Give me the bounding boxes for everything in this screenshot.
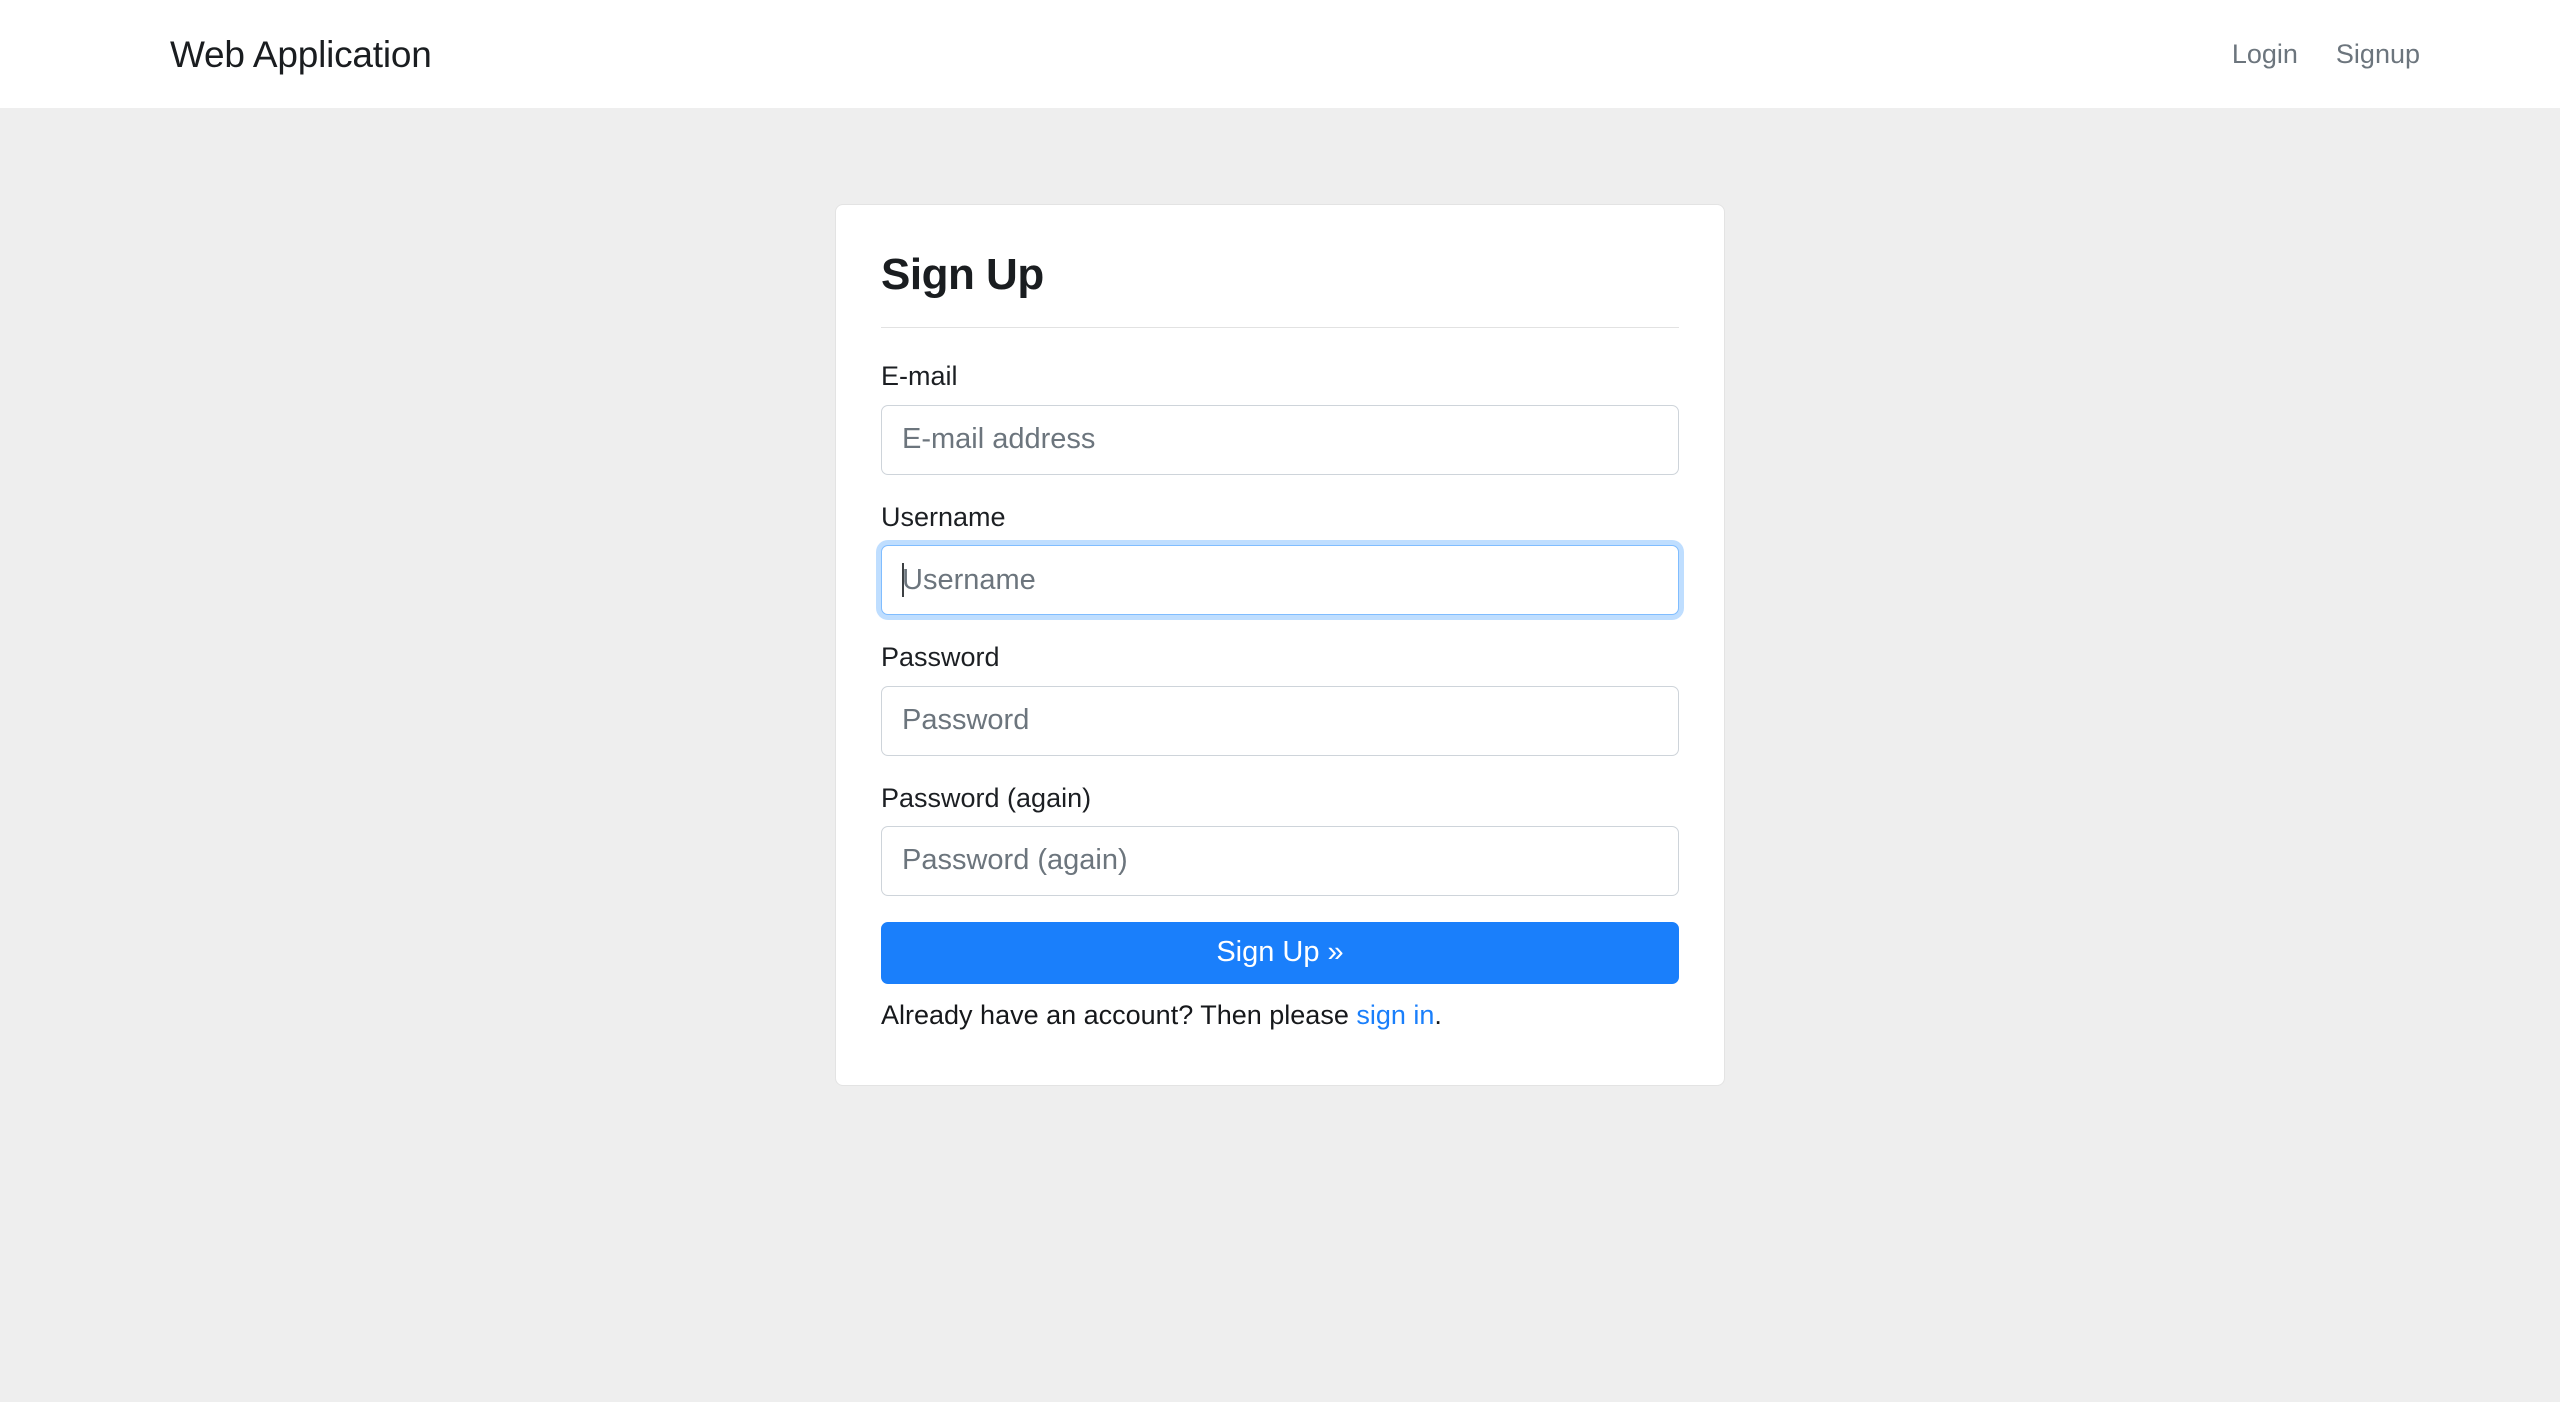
nav-link-signup[interactable]: Signup — [2336, 40, 2420, 68]
signup-form: E-mail Username Password — [881, 360, 1679, 1033]
password-label: Password — [881, 642, 1000, 673]
title-divider — [881, 327, 1679, 329]
password-input-wrap — [881, 685, 1679, 756]
signup-card: Sign Up E-mail Username Password — [835, 204, 1725, 1087]
form-group-email: E-mail — [881, 360, 1679, 475]
password-again-field[interactable] — [881, 825, 1679, 896]
top-navbar: Web Application Login Signup — [0, 0, 2560, 108]
username-input-wrap — [881, 545, 1679, 616]
email-label: E-mail — [881, 361, 958, 392]
username-field[interactable] — [881, 545, 1679, 616]
email-field[interactable] — [881, 404, 1679, 475]
password-again-input-wrap — [881, 825, 1679, 896]
nav-link-login[interactable]: Login — [2232, 40, 2298, 68]
form-group-password: Password — [881, 641, 1679, 756]
brand-logo[interactable]: Web Application — [170, 36, 432, 73]
password-again-label: Password (again) — [881, 782, 1092, 813]
nav-links: Login Signup — [2232, 40, 2420, 68]
page-title: Sign Up — [881, 250, 1044, 299]
signin-prompt-period: . — [1434, 999, 1442, 1030]
signup-submit-button[interactable]: Sign Up » — [881, 921, 1679, 984]
signin-prompt: Already have an account? Then please sig… — [881, 998, 1679, 1033]
signin-prompt-text: Already have an account? Then please — [881, 999, 1357, 1030]
password-field[interactable] — [881, 685, 1679, 756]
email-input-wrap — [881, 404, 1679, 475]
page-body: Sign Up E-mail Username Password — [0, 108, 2560, 1087]
text-caret — [902, 563, 904, 598]
form-group-password-again: Password (again) — [881, 782, 1679, 896]
username-label: Username — [881, 501, 1006, 532]
sign-in-link[interactable]: sign in — [1356, 1000, 1434, 1030]
form-group-username: Username — [881, 501, 1679, 616]
